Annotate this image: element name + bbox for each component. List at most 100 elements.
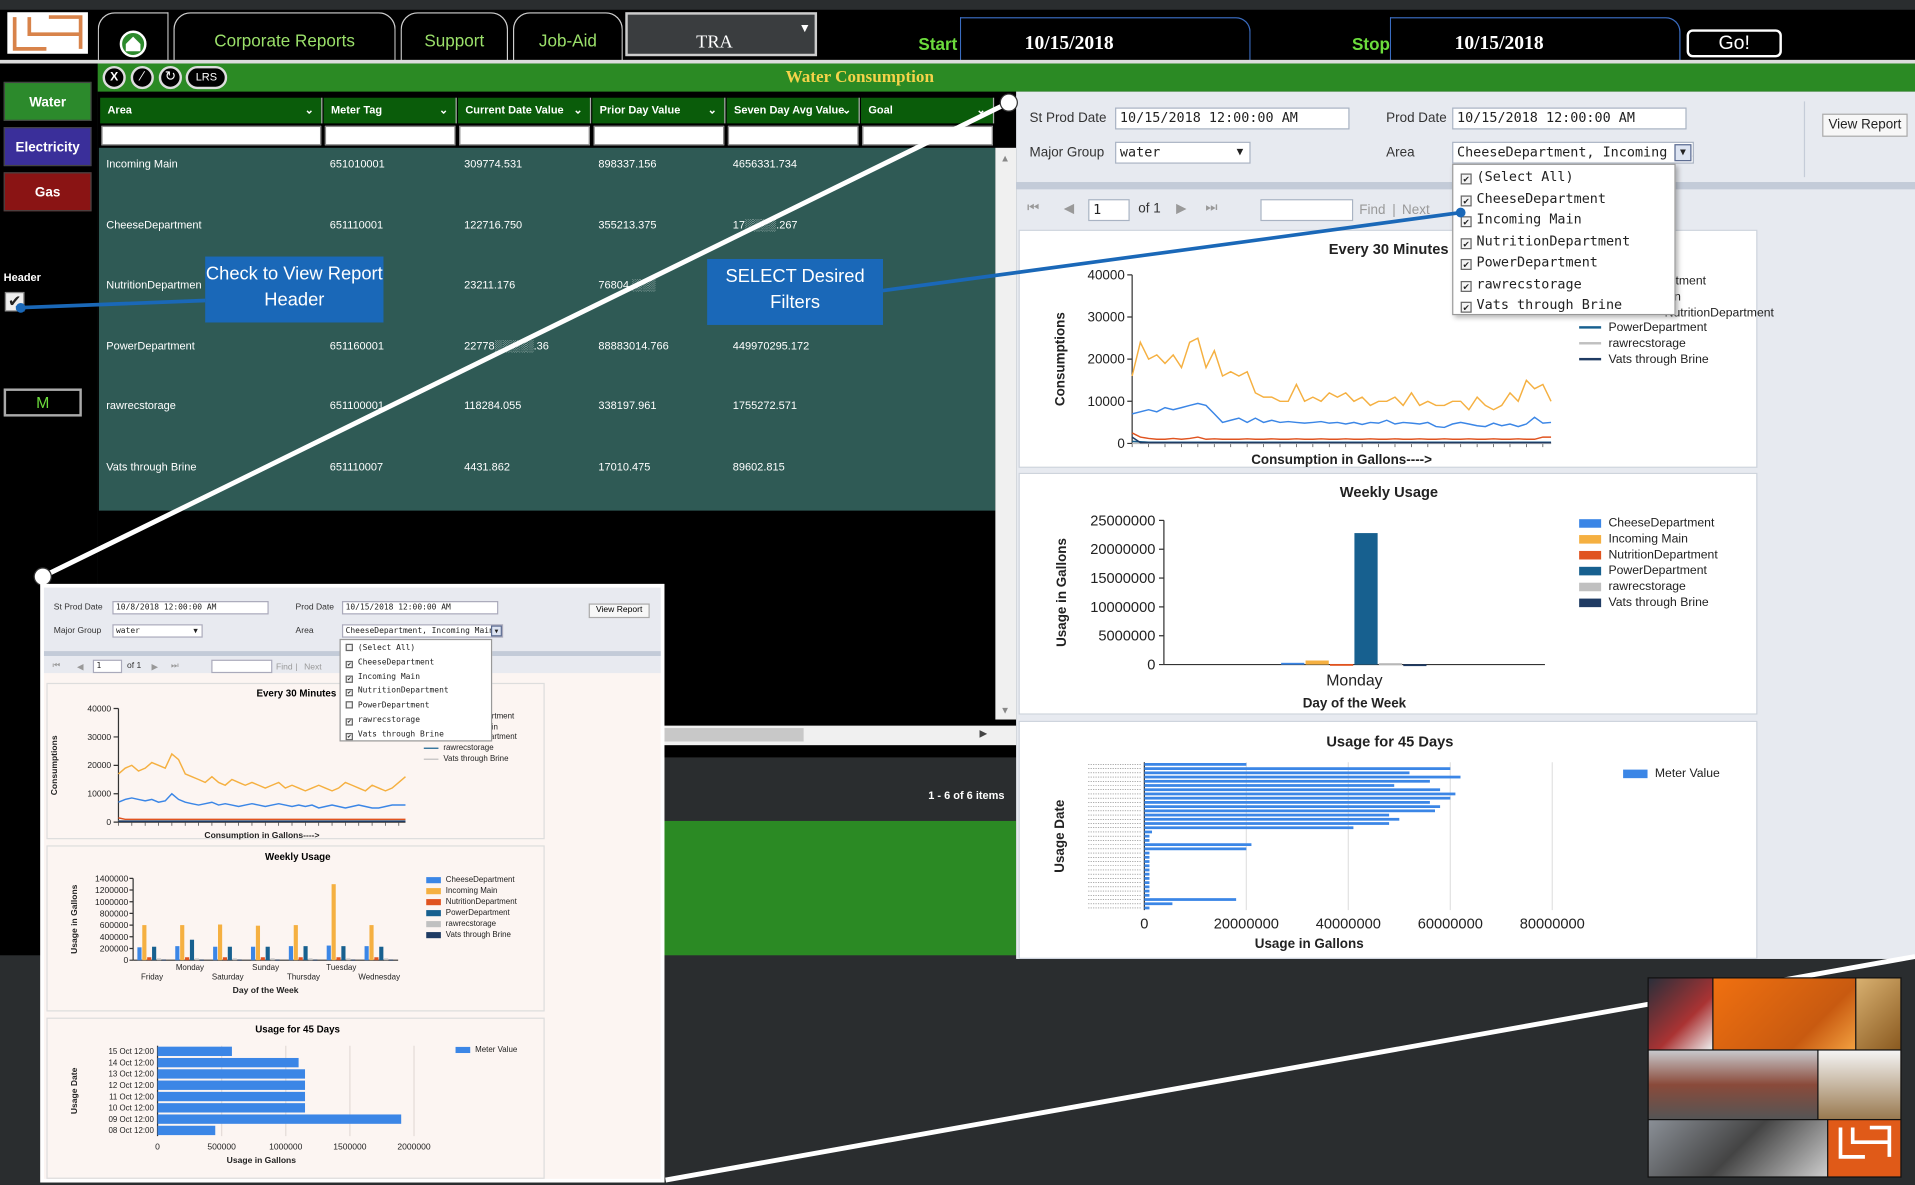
y-tick-label: 1000000 [95,897,129,907]
bar [388,959,394,961]
bar [260,957,265,961]
inset-screenshot: St Prod Date 10/8/2018 12:00:00 AM Prod … [40,583,665,1183]
x-tick-label: Tuesday [326,963,356,972]
x-tick-label: Thursday [287,973,320,982]
inset-prev-page-icon[interactable]: ◀ [77,662,84,672]
bar [180,925,185,961]
x-axis-title: Day of the Week [233,985,299,995]
inset-chart3-panel: Usage for 45 Days 0 500000 1000000 1500000 2… [46,1017,545,1179]
x-tick-label: Friday [141,973,163,982]
bar [255,925,261,961]
bar [185,957,190,961]
legend-item: rawrecstorage [426,919,497,929]
y-tick-label: 800000 [100,908,129,918]
bar [369,925,374,961]
y-tick-label: 10 Oct 12:00 [109,1104,155,1113]
inset-first-page-icon[interactable]: ⏮ [53,662,61,672]
inset-find-link[interactable]: Find [276,663,293,672]
bar [364,946,369,961]
area-option[interactable]: ✔ NutritionDepartment [345,686,449,697]
bar [265,946,270,961]
app-root: Corporate Reports Support Job-Aid TRA ▼ … [0,0,1915,1185]
collage-photo-truck [1648,1120,1828,1177]
callout-check-header: Check to View Report Header [205,256,384,323]
bar [175,946,180,961]
callout-select-filters: SELECT Desired Filters [707,258,883,325]
option-checkbox[interactable] [345,643,353,652]
inset-last-page-icon[interactable]: ⏭ [171,662,179,672]
legend-item: Incoming Main [426,887,497,895]
bar-day [157,1091,306,1102]
x-tick-label: 500000 [207,1142,236,1152]
bar [222,957,228,961]
bar-day [157,1057,299,1068]
bar [270,958,275,961]
bar [237,959,242,961]
area-option[interactable]: ✔ Vats through Brine [345,729,444,741]
option-checkbox[interactable]: ✔ [345,675,353,683]
inset-major-group-select[interactable]: water ▼ [112,624,203,638]
series-line [118,817,406,821]
series-line [117,752,406,792]
series-line [118,792,406,809]
connector-filters [881,210,1461,293]
legend-swatch [426,876,441,883]
inset-area-select[interactable]: CheeseDepartment, Incoming Main ▼ [341,624,504,638]
x-axis-title: Consumption in Gallons----> [204,830,319,840]
legend-label: CheeseDepartment [445,875,515,885]
x-tick-label: 1500000 [333,1142,367,1152]
inset-prod-date-input[interactable]: 10/15/2018 12:00:00 AM [341,601,499,615]
area-option[interactable]: (Select All) [345,643,415,652]
area-option[interactable]: ✔ CheeseDepartment [345,656,435,668]
bar [227,946,232,961]
inset-chart3-svg: 0 500000 1000000 1500000 2000000 15 Oct 12:00… [69,1045,431,1165]
inset-find-input[interactable] [211,659,273,674]
y-tick-label: 10000 [87,789,111,799]
inset-page-input[interactable]: 1 [92,659,123,674]
legend-label: rawrecstorage [445,919,497,929]
inset-legend-rawrec: rawrecstorage [423,744,494,753]
bar [384,958,389,961]
inset-legend-vats: Vats through Brine [423,755,508,764]
inset-next-link[interactable]: Next [304,663,322,672]
connector-dot [33,567,52,586]
option-label: PowerDepartment [357,700,430,710]
connector-dot [999,93,1018,112]
option-checkbox[interactable]: ✔ [345,660,353,668]
x-axis-title: Usage in Gallons [227,1155,297,1165]
inset-chart2-svg: 0200000 400000 600000 8000001000000 1200000 1… [69,873,400,995]
inset-major-group-value: water [116,625,140,636]
inset-st-prod-date-input[interactable]: 10/8/2018 12:00:00 AM [112,601,269,615]
x-tick-label: 0 [155,1142,160,1152]
x-tick-label: Monday [176,963,204,972]
x-tick-label: 1000000 [269,1142,303,1152]
screenshot-stage: Corporate Reports Support Job-Aid TRA ▼ … [0,0,1915,1185]
bar [194,958,199,961]
y-tick-label: 0 [123,955,128,965]
bar-day [157,1125,216,1136]
bar [331,884,336,961]
y-tick-label: 400000 [100,932,129,942]
bar [351,959,356,961]
inset-legend-meter-value: Meter Value [455,1046,517,1054]
bar [341,946,346,961]
bar [374,957,379,961]
legend-item: PowerDepartment [426,909,510,917]
inset-major-group-label: Major Group [53,626,102,636]
option-label: CheeseDepartment [357,656,435,667]
bar [308,958,313,961]
option-checkbox[interactable]: ✔ [345,689,353,697]
bar [199,959,204,961]
area-option[interactable]: ✔ Incoming Main [345,671,420,683]
inset-view-report-button[interactable]: View Report [588,603,650,619]
option-checkbox[interactable]: ✔ [345,732,353,741]
area-option[interactable]: ✔ rawrecstorage [345,715,420,726]
inset-chart2-panel: Weekly Usage 0 200000 400000 600000 800000 10… [46,845,545,1012]
area-option[interactable]: PowerDepartment [345,700,430,710]
collage-logo-tile [1828,1120,1901,1177]
option-checkbox[interactable] [345,701,353,709]
inset-next-page-icon[interactable]: ▶ [151,662,158,672]
chevron-down-icon[interactable]: ▼ [490,625,502,637]
option-checkbox[interactable]: ✔ [345,718,353,726]
bar [326,945,331,961]
